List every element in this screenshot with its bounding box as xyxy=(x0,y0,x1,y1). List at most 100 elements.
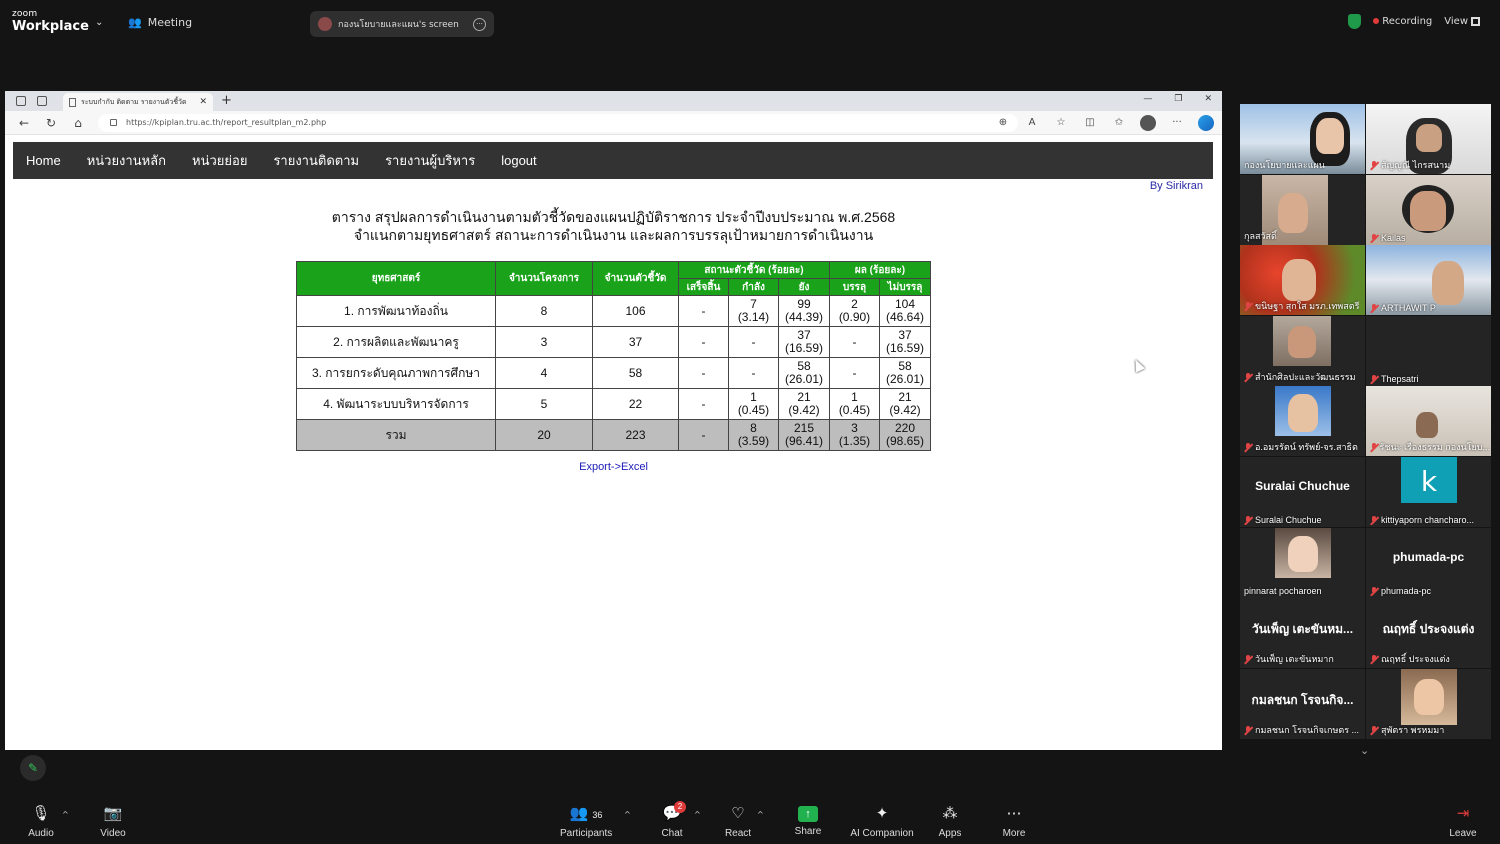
leave-icon: ⇥ xyxy=(1456,805,1470,822)
participant-name: Suralai Chuchue xyxy=(1244,515,1322,525)
percent: (9.42) xyxy=(889,403,921,417)
chat-options-icon[interactable]: ^ xyxy=(694,810,701,819)
close-window-icon[interactable]: ✕ xyxy=(1204,94,1212,104)
header-in-progress: กำลัง xyxy=(728,278,779,296)
header-pending: ยัง xyxy=(778,278,830,296)
participant-tile[interactable]: อ.อมรรัตน์ ทรัพย์-จร.สาธิต xyxy=(1240,386,1365,456)
mouse-cursor-icon xyxy=(1130,357,1146,373)
zoom-workplace-logo[interactable]: zoom Workplace xyxy=(12,9,89,34)
url-input[interactable]: https://kpiplan.tru.ac.th/report_resultp… xyxy=(98,114,1018,132)
profile-icon[interactable] xyxy=(1140,115,1156,131)
react-options-icon[interactable]: ^ xyxy=(757,810,764,819)
cell-pending: 37 (16.59) xyxy=(778,326,830,358)
split-screen-icon[interactable]: ◫ xyxy=(1082,115,1098,131)
zoom-icon[interactable]: ⊕ xyxy=(995,115,1011,131)
menu-sub-units[interactable]: หน่วยย่อย xyxy=(192,150,247,171)
mic-muted-icon xyxy=(1370,515,1378,525)
participant-tile[interactable]: ขนิษฐา สุกใส มรภ.เทพสตรี xyxy=(1240,245,1365,315)
more-icon[interactable]: ··· xyxy=(473,17,486,31)
share-screen-icon: ↑ xyxy=(798,806,818,822)
percent: (0.45) xyxy=(737,403,770,417)
browser-tab[interactable]: ระบบกำกับ ติดตาม รายงานตัวชี้วัด ✕ xyxy=(63,93,213,111)
annotate-pen-icon[interactable]: ✎ xyxy=(20,755,46,781)
home-icon[interactable]: ⌂ xyxy=(70,116,86,130)
menu-tracking-report[interactable]: รายงานติดตาม xyxy=(273,150,359,171)
new-tab-icon[interactable]: + xyxy=(221,93,232,108)
more-button[interactable]: ⋯ More xyxy=(1000,804,1028,839)
participants-label: Participants xyxy=(560,828,613,839)
participant-tile[interactable]: กมลชนก โรจนกิจ... กมลชนก โรจนกิจเกษตร ..… xyxy=(1240,669,1365,739)
restore-icon[interactable]: ❐ xyxy=(1174,94,1182,104)
refresh-icon[interactable]: ↻ xyxy=(43,116,59,130)
close-tab-icon[interactable]: ✕ xyxy=(199,97,207,107)
participant-tile[interactable]: ณฤทธิ์ ประจงแต่ง ณฤทธิ์ ประจงแต่ง xyxy=(1366,598,1491,668)
participant-tile[interactable]: Suralai Chuchue Suralai Chuchue xyxy=(1240,457,1365,527)
read-aloud-icon[interactable]: A xyxy=(1024,115,1040,131)
chat-label: Chat xyxy=(661,828,683,839)
audio-options-icon[interactable]: ^ xyxy=(62,810,69,819)
cell-not-achieved: 21 (9.42) xyxy=(879,388,931,420)
participant-tile[interactable]: k kittiyaporn chancharo... xyxy=(1366,457,1491,527)
back-icon[interactable]: ← xyxy=(16,116,32,130)
participant-tile[interactable]: ARTHAWIT P xyxy=(1366,245,1491,315)
share-button[interactable]: ↑ Share xyxy=(793,804,823,837)
participant-tile[interactable]: สัญญูณี ไกรสนาม xyxy=(1366,104,1491,174)
minimize-icon[interactable]: — xyxy=(1143,94,1152,104)
percent: (96.41) xyxy=(784,434,824,448)
participant-name: กมลชนก โรจนกิจเกษตร ... xyxy=(1244,723,1359,737)
tab-actions-icon[interactable] xyxy=(37,96,47,106)
menu-logout[interactable]: logout xyxy=(501,153,536,168)
mic-muted-icon xyxy=(1244,372,1252,382)
gallery-scroll-down-icon[interactable]: ⌄ xyxy=(1360,744,1369,757)
participant-tile[interactable]: phumada-pc phumada-pc xyxy=(1366,528,1491,598)
cell-achieved: 1 (0.45) xyxy=(829,388,880,420)
chevron-down-icon[interactable]: ⌄ xyxy=(95,17,103,28)
view-button[interactable]: View xyxy=(1444,16,1480,27)
menu-home[interactable]: Home xyxy=(26,153,61,168)
meeting-info[interactable]: 👥 Meeting xyxy=(128,16,192,29)
participant-tile[interactable]: Kailas xyxy=(1366,175,1491,245)
participants-icon: 👥 36 xyxy=(569,805,603,822)
percent: (1.35) xyxy=(838,434,871,448)
video-label: Video xyxy=(100,828,126,839)
chat-badge: 2 xyxy=(674,801,686,813)
participant-tile[interactable]: รัชนะ เรืองธรรม กองนโยบ... xyxy=(1366,386,1491,456)
apps-button[interactable]: ⁂ Apps xyxy=(936,804,964,839)
participant-tile[interactable]: กุลสวัสดิ์ xyxy=(1240,175,1365,245)
participant-name: สัญญูณี ไกรสนาม xyxy=(1370,158,1450,172)
workspaces-icon[interactable] xyxy=(16,96,26,106)
ai-companion-button[interactable]: ✦ AI Companion xyxy=(850,804,914,839)
participant-tile[interactable]: pinnarat pocharoen xyxy=(1240,528,1365,598)
brand-small: zoom xyxy=(12,9,38,19)
participant-tile[interactable]: สุพัตรา พรหมมา xyxy=(1366,669,1491,739)
mic-muted-icon xyxy=(1370,725,1378,735)
participant-tile[interactable]: Thepsatri xyxy=(1366,316,1491,386)
participant-tile[interactable]: กองนโยบายและแผน xyxy=(1240,104,1365,174)
react-button[interactable]: ♡ React xyxy=(724,804,752,839)
copilot-icon[interactable] xyxy=(1198,115,1214,131)
header-strategy: ยุทธศาสตร์ xyxy=(296,261,496,296)
export-excel-link[interactable]: Export->Excel xyxy=(5,461,1222,473)
menu-main-units[interactable]: หน่วยงานหลัก xyxy=(87,150,166,171)
favorites-icon[interactable]: ✩ xyxy=(1111,115,1127,131)
more-label: More xyxy=(1002,828,1026,839)
lock-icon[interactable] xyxy=(110,119,117,126)
cell-projects: 3 xyxy=(495,326,593,358)
favorite-star-icon[interactable]: ☆ xyxy=(1053,115,1069,131)
chat-button[interactable]: 💬 2 Chat xyxy=(660,801,686,839)
shield-icon[interactable] xyxy=(1348,14,1362,29)
screen-share-indicator[interactable]: กองนโยบายและแผน's screen ··· xyxy=(310,11,494,37)
cell-done: - xyxy=(678,295,729,327)
participants-button[interactable]: 👥 36 Participants xyxy=(560,804,612,839)
participant-tile[interactable]: สำนักศิลปะและวัฒนธรรม xyxy=(1240,316,1365,386)
header-projects: จำนวนโครงการ xyxy=(495,261,593,296)
more-options-icon[interactable]: ··· xyxy=(1169,115,1185,131)
recording-indicator[interactable]: Recording xyxy=(1373,16,1432,27)
video-button[interactable]: 📷 Video xyxy=(98,804,128,839)
audio-button[interactable]: 🎙 Audio xyxy=(26,804,56,839)
person-face xyxy=(1288,394,1318,432)
participant-tile[interactable]: วันเพ็ญ เตะขันหม... วันเพ็ญ เตะขันหมาก xyxy=(1240,598,1365,668)
menu-executive-report[interactable]: รายงานผู้บริหาร xyxy=(385,150,475,171)
leave-button[interactable]: ⇥ Leave xyxy=(1448,804,1478,839)
participants-options-icon[interactable]: ^ xyxy=(624,810,631,819)
